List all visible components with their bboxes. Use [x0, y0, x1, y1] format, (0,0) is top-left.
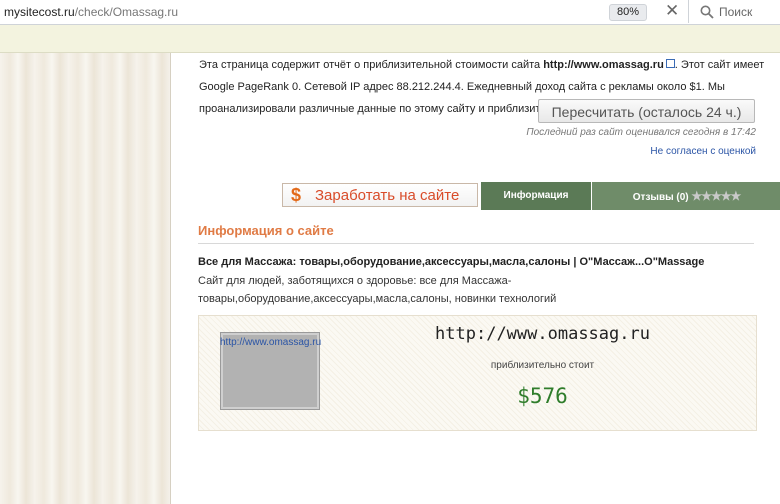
- site-link[interactable]: http://www.omassag.ru: [543, 59, 664, 71]
- card-site-url: http://www.omassag.ru: [435, 324, 650, 344]
- tab-information[interactable]: Информация: [481, 182, 591, 210]
- tab-reviews-label: Отзывы (0): [632, 192, 689, 203]
- tab-reviews[interactable]: Отзывы (0) ★★★★★: [592, 182, 780, 210]
- intro-part-1: Эта страница содержит отчёт о приблизите…: [199, 59, 544, 71]
- external-link-icon[interactable]: [665, 59, 675, 68]
- url-domain: mysitecost.ru: [4, 5, 75, 19]
- last-evaluated-text: Последний раз сайт оценивался сегодня в …: [526, 127, 756, 138]
- search-placeholder: Поиск: [719, 5, 753, 19]
- address-bar[interactable]: mysitecost.ru/check/Omassag.ru: [4, 5, 178, 19]
- site-description: Сайт для людей, заботящихся о здоровье: …: [198, 275, 557, 305]
- cost-card: http://www.omassag.ru http://www.omassag…: [198, 315, 757, 431]
- divider: [198, 243, 754, 244]
- toolbar-strip: [0, 25, 780, 53]
- browser-bar: mysitecost.ru/check/Omassag.ru 80% ✕ Пои…: [0, 0, 780, 25]
- earn-button[interactable]: $ Заработать на сайте: [282, 183, 478, 207]
- close-icon[interactable]: ✕: [665, 1, 679, 21]
- main-content: Эта страница содержит отчёт о приблизите…: [170, 53, 780, 504]
- section-title: Информация о сайте: [198, 223, 334, 238]
- rating-stars-icon: ★★★★★: [691, 189, 741, 203]
- search-icon: [700, 5, 714, 19]
- cost-label: приблизительно стоит: [490, 360, 595, 371]
- site-price: $576: [517, 384, 568, 408]
- site-title: Все для Массажа: товары,оборудование,акс…: [198, 256, 705, 268]
- url-path: /check/Omassag.ru: [74, 5, 179, 19]
- recalculate-button[interactable]: Пересчитать (осталось 24 ч.): [538, 99, 755, 123]
- disagree-link[interactable]: Не согласен с оценкой: [650, 146, 756, 157]
- zoom-indicator[interactable]: 80%: [609, 4, 647, 21]
- earn-button-label: Заработать на сайте: [315, 187, 460, 204]
- search-input[interactable]: Поиск: [688, 0, 780, 23]
- dollar-icon: $: [291, 185, 302, 205]
- page-background: [0, 53, 170, 504]
